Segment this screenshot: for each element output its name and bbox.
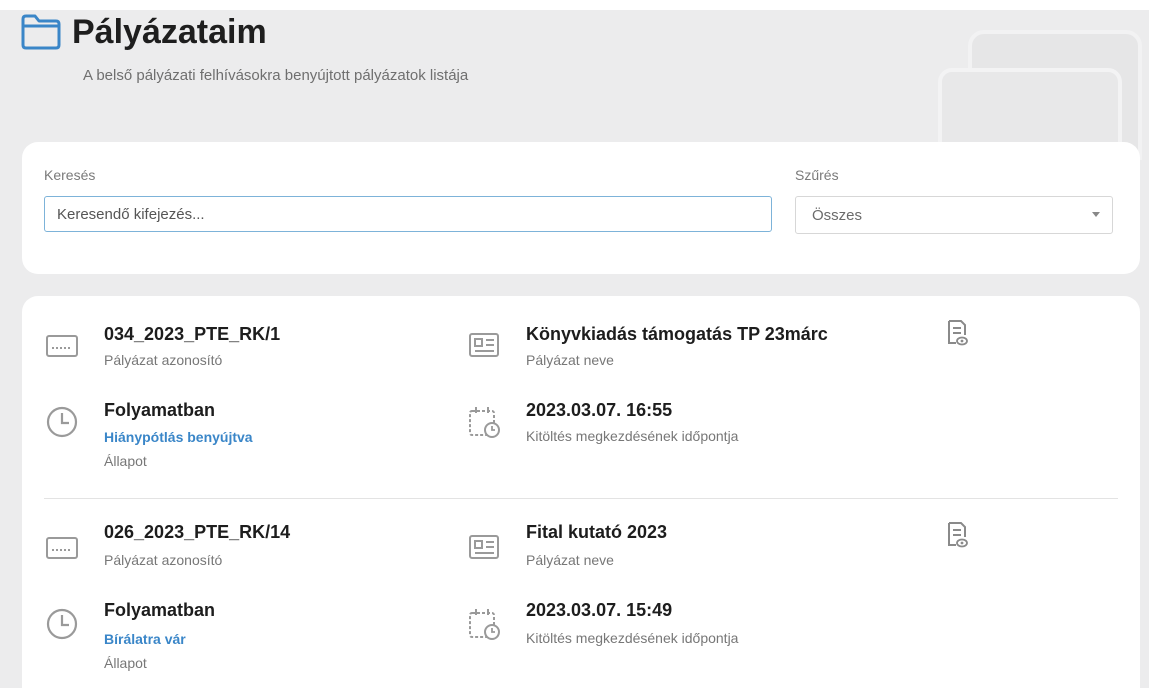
application-id: 034_2023_PTE_RK/1 xyxy=(104,324,281,344)
filter-selected-value: Összes xyxy=(812,207,863,224)
search-label: Keresés xyxy=(44,167,96,183)
calendar-clock-icon xyxy=(469,609,500,640)
chevron-down-icon xyxy=(1092,212,1100,217)
view-document-icon[interactable] xyxy=(944,318,970,348)
list-item: 034_2023_PTE_RK/1 Pályázat azonosító Kön… xyxy=(22,296,1140,496)
page: Pályázataim A belső pályázati felhívások… xyxy=(0,0,1149,688)
application-status-label: Állapot xyxy=(104,453,147,469)
view-document-icon[interactable] xyxy=(944,520,970,550)
application-id: 026_2023_PTE_RK/14 xyxy=(104,522,291,542)
application-status: Folyamatban xyxy=(104,600,216,620)
application-status: Folyamatban xyxy=(104,400,216,420)
application-start-date: 2023.03.07. 15:49 xyxy=(526,600,673,620)
page-title: Pályázataim xyxy=(72,13,267,51)
application-id-label: Pályázat azonosító xyxy=(104,552,223,568)
application-substatus: Bírálatra vár xyxy=(104,631,186,647)
application-id-label: Pályázat azonosító xyxy=(104,352,223,368)
search-panel: Keresés Szűrés Összes xyxy=(22,142,1140,274)
application-status-label: Állapot xyxy=(104,655,147,671)
clock-icon xyxy=(46,608,78,640)
application-start-date: 2023.03.07. 16:55 xyxy=(526,400,673,420)
top-strip xyxy=(0,0,1149,10)
application-name-label: Pályázat neve xyxy=(526,352,614,368)
application-start-date-label: Kitöltés megkezdésének időpontja xyxy=(526,630,739,646)
application-substatus: Hiánypótlás benyújtva xyxy=(104,429,253,445)
applications-list: 034_2023_PTE_RK/1 Pályázat azonosító Kön… xyxy=(22,296,1140,688)
page-subtitle: A belső pályázati felhívásokra benyújtot… xyxy=(83,67,469,84)
clock-icon xyxy=(46,406,78,438)
application-name: Fital kutató 2023 xyxy=(526,522,668,542)
application-start-date-label: Kitöltés megkezdésének időpontja xyxy=(526,428,739,444)
filter-label: Szűrés xyxy=(795,167,839,183)
name-card-icon xyxy=(469,333,499,357)
calendar-clock-icon xyxy=(469,407,500,438)
list-item: 026_2023_PTE_RK/14 Pályázat azonosító Fi… xyxy=(22,498,1140,688)
application-name-label: Pályázat neve xyxy=(526,552,614,568)
name-card-icon xyxy=(469,535,499,559)
folder-icon xyxy=(21,14,61,50)
id-card-icon xyxy=(46,537,78,559)
search-input[interactable] xyxy=(44,196,772,232)
application-name: Könyvkiadás támogatás TP 23márc xyxy=(526,324,828,344)
background-documents-decoration xyxy=(938,30,1142,160)
filter-dropdown[interactable]: Összes xyxy=(795,196,1113,234)
id-card-icon xyxy=(46,335,78,357)
